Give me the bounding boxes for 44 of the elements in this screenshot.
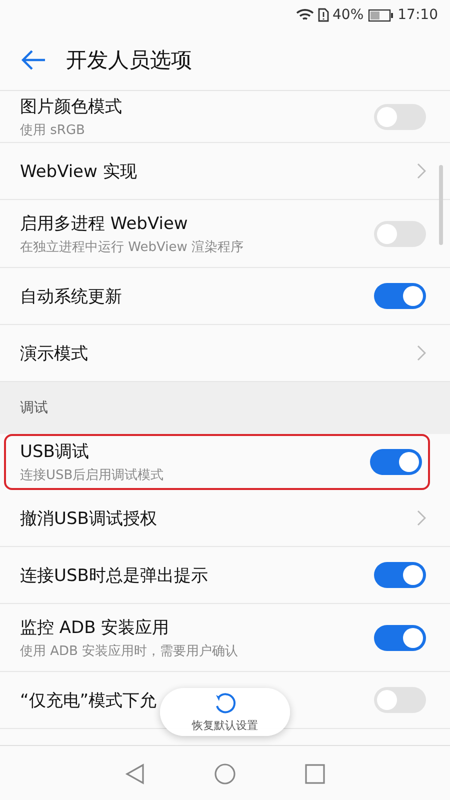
- setting-title: 自动系统更新: [20, 286, 122, 308]
- setting-title: 撤消USB调试授权: [20, 508, 157, 530]
- recents-icon[interactable]: [305, 764, 326, 784]
- setting-title: 图片颜色模式: [20, 96, 122, 118]
- setting-subtitle: 在独立进程中运行 WebView 渲染程序: [20, 238, 244, 256]
- setting-row[interactable]: 撤消USB调试授权: [0, 490, 450, 547]
- setting-title: WebView 实现: [20, 160, 137, 182]
- setting-title: “仅充电”模式下允: [20, 690, 157, 712]
- chevron-icon: [417, 163, 426, 179]
- setting-title: 连接USB时总是弹出提示: [20, 564, 208, 586]
- setting-title: 演示模式: [20, 342, 88, 364]
- wifi-icon: [296, 8, 314, 22]
- battery-icon: [368, 8, 394, 22]
- setting-row[interactable]: 连接USB时总是弹出提示: [0, 547, 450, 604]
- setting-subtitle: 使用 sRGB: [20, 122, 86, 138]
- setting-row[interactable]: 监控 ADB 安装应用 使用 ADB 安装应用时，需要用户确认: [0, 604, 450, 672]
- battery-percent: 40%: [332, 7, 364, 23]
- setting-row[interactable]: 图片颜色模式 使用 sRGB: [0, 91, 450, 143]
- toggle-switch[interactable]: [374, 220, 426, 246]
- toggle-switch[interactable]: [374, 283, 426, 309]
- home-icon[interactable]: [214, 763, 236, 785]
- page-title: 开发人员选项: [66, 47, 192, 74]
- setting-title: USB调试: [20, 441, 90, 463]
- chevron-icon: [417, 345, 426, 361]
- back-icon[interactable]: [124, 763, 145, 785]
- back-arrow-icon[interactable]: [20, 49, 46, 71]
- setting-subtitle: 使用 ADB 安装应用时，需要用户确认: [20, 642, 238, 660]
- toggle-switch[interactable]: [374, 687, 426, 713]
- toggle-switch[interactable]: [370, 449, 422, 475]
- refresh-icon: [213, 692, 237, 716]
- chevron-icon: [417, 510, 426, 526]
- highlighted-setting-row[interactable]: USB调试 连接USB后启用调试模式: [4, 434, 430, 490]
- setting-row[interactable]: 自动系统更新: [0, 268, 450, 325]
- toggle-switch[interactable]: [374, 104, 426, 130]
- setting-subtitle: 连接USB后启用调试模式: [20, 467, 164, 484]
- restore-defaults-button[interactable]: 恢复默认设置: [160, 688, 290, 736]
- sim-alert-icon: [318, 8, 329, 22]
- toggle-switch[interactable]: [374, 624, 426, 650]
- clock-time: 17:10: [398, 7, 438, 23]
- setting-title: 监控 ADB 安装应用: [20, 616, 170, 638]
- section-title: 调试: [20, 399, 48, 417]
- toggle-switch[interactable]: [374, 562, 426, 588]
- setting-title: 启用多进程 WebView: [20, 212, 189, 234]
- setting-row[interactable]: 启用多进程 WebView 在独立进程中运行 WebView 渲染程序: [0, 200, 450, 268]
